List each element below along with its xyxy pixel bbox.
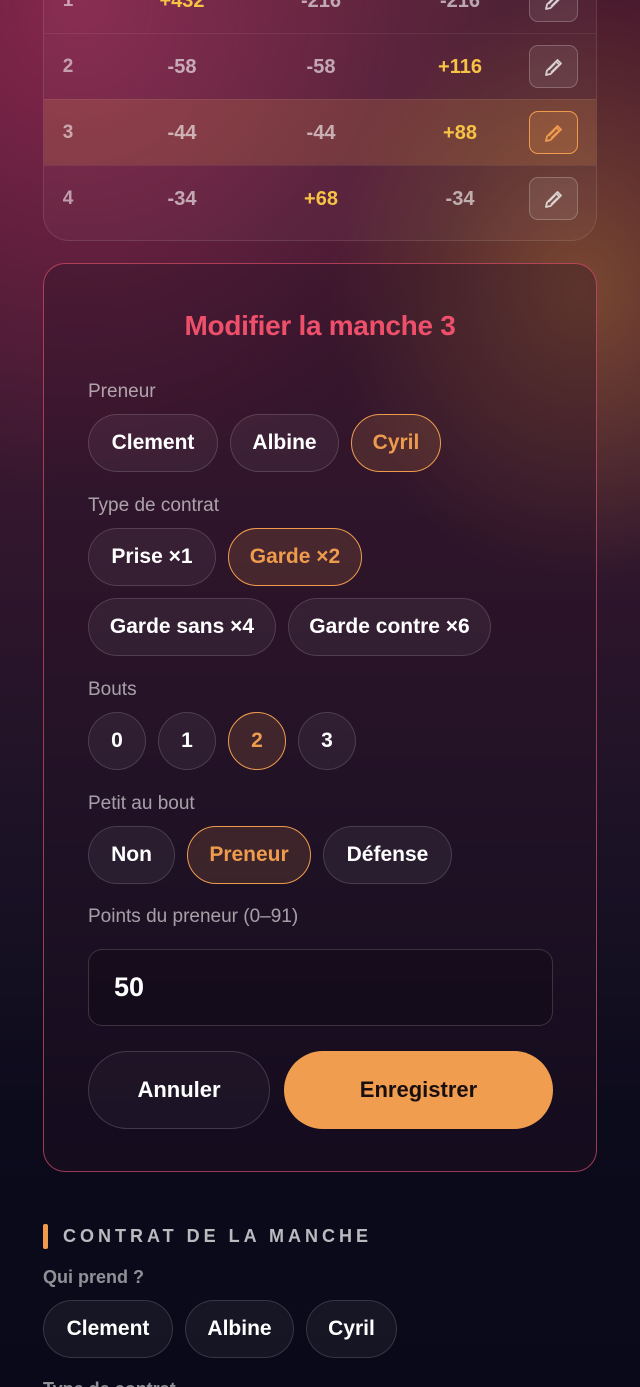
score-cell: +68 — [304, 188, 338, 210]
edit-round-button[interactable] — [529, 111, 578, 154]
score-cell: -34 — [167, 188, 197, 210]
contrat-option-garde-sans[interactable]: Garde sans ×4 — [88, 598, 276, 656]
score-cell: +432 — [159, 0, 205, 12]
player-option-clement[interactable]: Clement — [43, 1300, 173, 1358]
save-button[interactable]: Enregistrer — [284, 1051, 553, 1129]
score-cell: -34 — [445, 188, 475, 210]
round-number: 4 — [62, 188, 74, 209]
score-cell: -44 — [167, 122, 197, 144]
edit-round-button[interactable] — [529, 0, 578, 22]
bouts-option-3[interactable]: 3 — [298, 712, 356, 770]
edit-round-button[interactable] — [529, 177, 578, 220]
petit-option-non[interactable]: Non — [88, 826, 175, 884]
score-cell: -216 — [300, 0, 342, 12]
contrat-option-prise[interactable]: Prise ×1 — [88, 528, 216, 586]
contrat-option-garde[interactable]: Garde ×2 — [228, 528, 362, 586]
edit-round-button[interactable] — [529, 45, 578, 88]
points-label: Points du preneur (0–91) — [88, 906, 299, 927]
contract-type-label: Type de contrat — [43, 1379, 176, 1387]
bouts-option-2[interactable]: 2 — [228, 712, 286, 770]
cancel-button[interactable]: Annuler — [88, 1051, 270, 1129]
score-cell: -58 — [167, 56, 197, 78]
modal-title: Modifier la manche 3 — [184, 310, 456, 341]
player-option-cyril[interactable]: Cyril — [306, 1300, 397, 1358]
petit-label: Petit au bout — [88, 793, 195, 814]
round-number: 3 — [62, 122, 74, 143]
petit-option-defense[interactable]: Défense — [323, 826, 452, 884]
round-number: 2 — [62, 56, 74, 77]
points-input[interactable]: 50 — [88, 949, 553, 1026]
pencil-icon — [544, 190, 562, 208]
preneur-label: Preneur — [88, 381, 156, 402]
pencil-icon — [544, 0, 559, 10]
score-row: 1 +432 -216 -216 — [44, 0, 596, 33]
preneur-option-albine[interactable]: Albine — [230, 414, 339, 472]
petit-option-preneur[interactable]: Preneur — [187, 826, 311, 884]
score-row: 2 -58 -58 +116 — [44, 33, 596, 99]
section-accent-bar — [43, 1224, 48, 1249]
score-row: 4 -34 +68 -34 — [44, 165, 596, 231]
score-cell: -58 — [306, 56, 336, 78]
bouts-label: Bouts — [88, 679, 137, 700]
preneur-option-clement[interactable]: Clement — [88, 414, 218, 472]
score-cell: +116 — [438, 56, 482, 78]
round-number: 1 — [62, 0, 74, 11]
player-option-albine[interactable]: Albine — [185, 1300, 294, 1358]
score-cell: -44 — [306, 122, 336, 144]
who-label: Qui prend ? — [43, 1267, 144, 1287]
section-title: CONTRAT DE LA MANCHE — [63, 1226, 372, 1246]
contrat-option-garde-contre[interactable]: Garde contre ×6 — [288, 598, 491, 656]
score-cell: -216 — [439, 0, 481, 12]
score-cell: +88 — [443, 122, 477, 144]
score-row-highlighted: 3 -44 -44 +88 — [44, 99, 596, 165]
edit-round-modal: Modifier la manche 3 Preneur Clement Alb… — [43, 263, 597, 1172]
pencil-icon — [544, 58, 562, 76]
bouts-option-0[interactable]: 0 — [88, 712, 146, 770]
preneur-option-cyril[interactable]: Cyril — [351, 414, 441, 472]
bouts-option-1[interactable]: 1 — [158, 712, 216, 770]
contrat-label: Type de contrat — [88, 495, 219, 516]
score-table: 1 +432 -216 -216 2 -58 -58 +116 3 -44 -4… — [43, 0, 597, 241]
pencil-icon — [544, 124, 562, 142]
